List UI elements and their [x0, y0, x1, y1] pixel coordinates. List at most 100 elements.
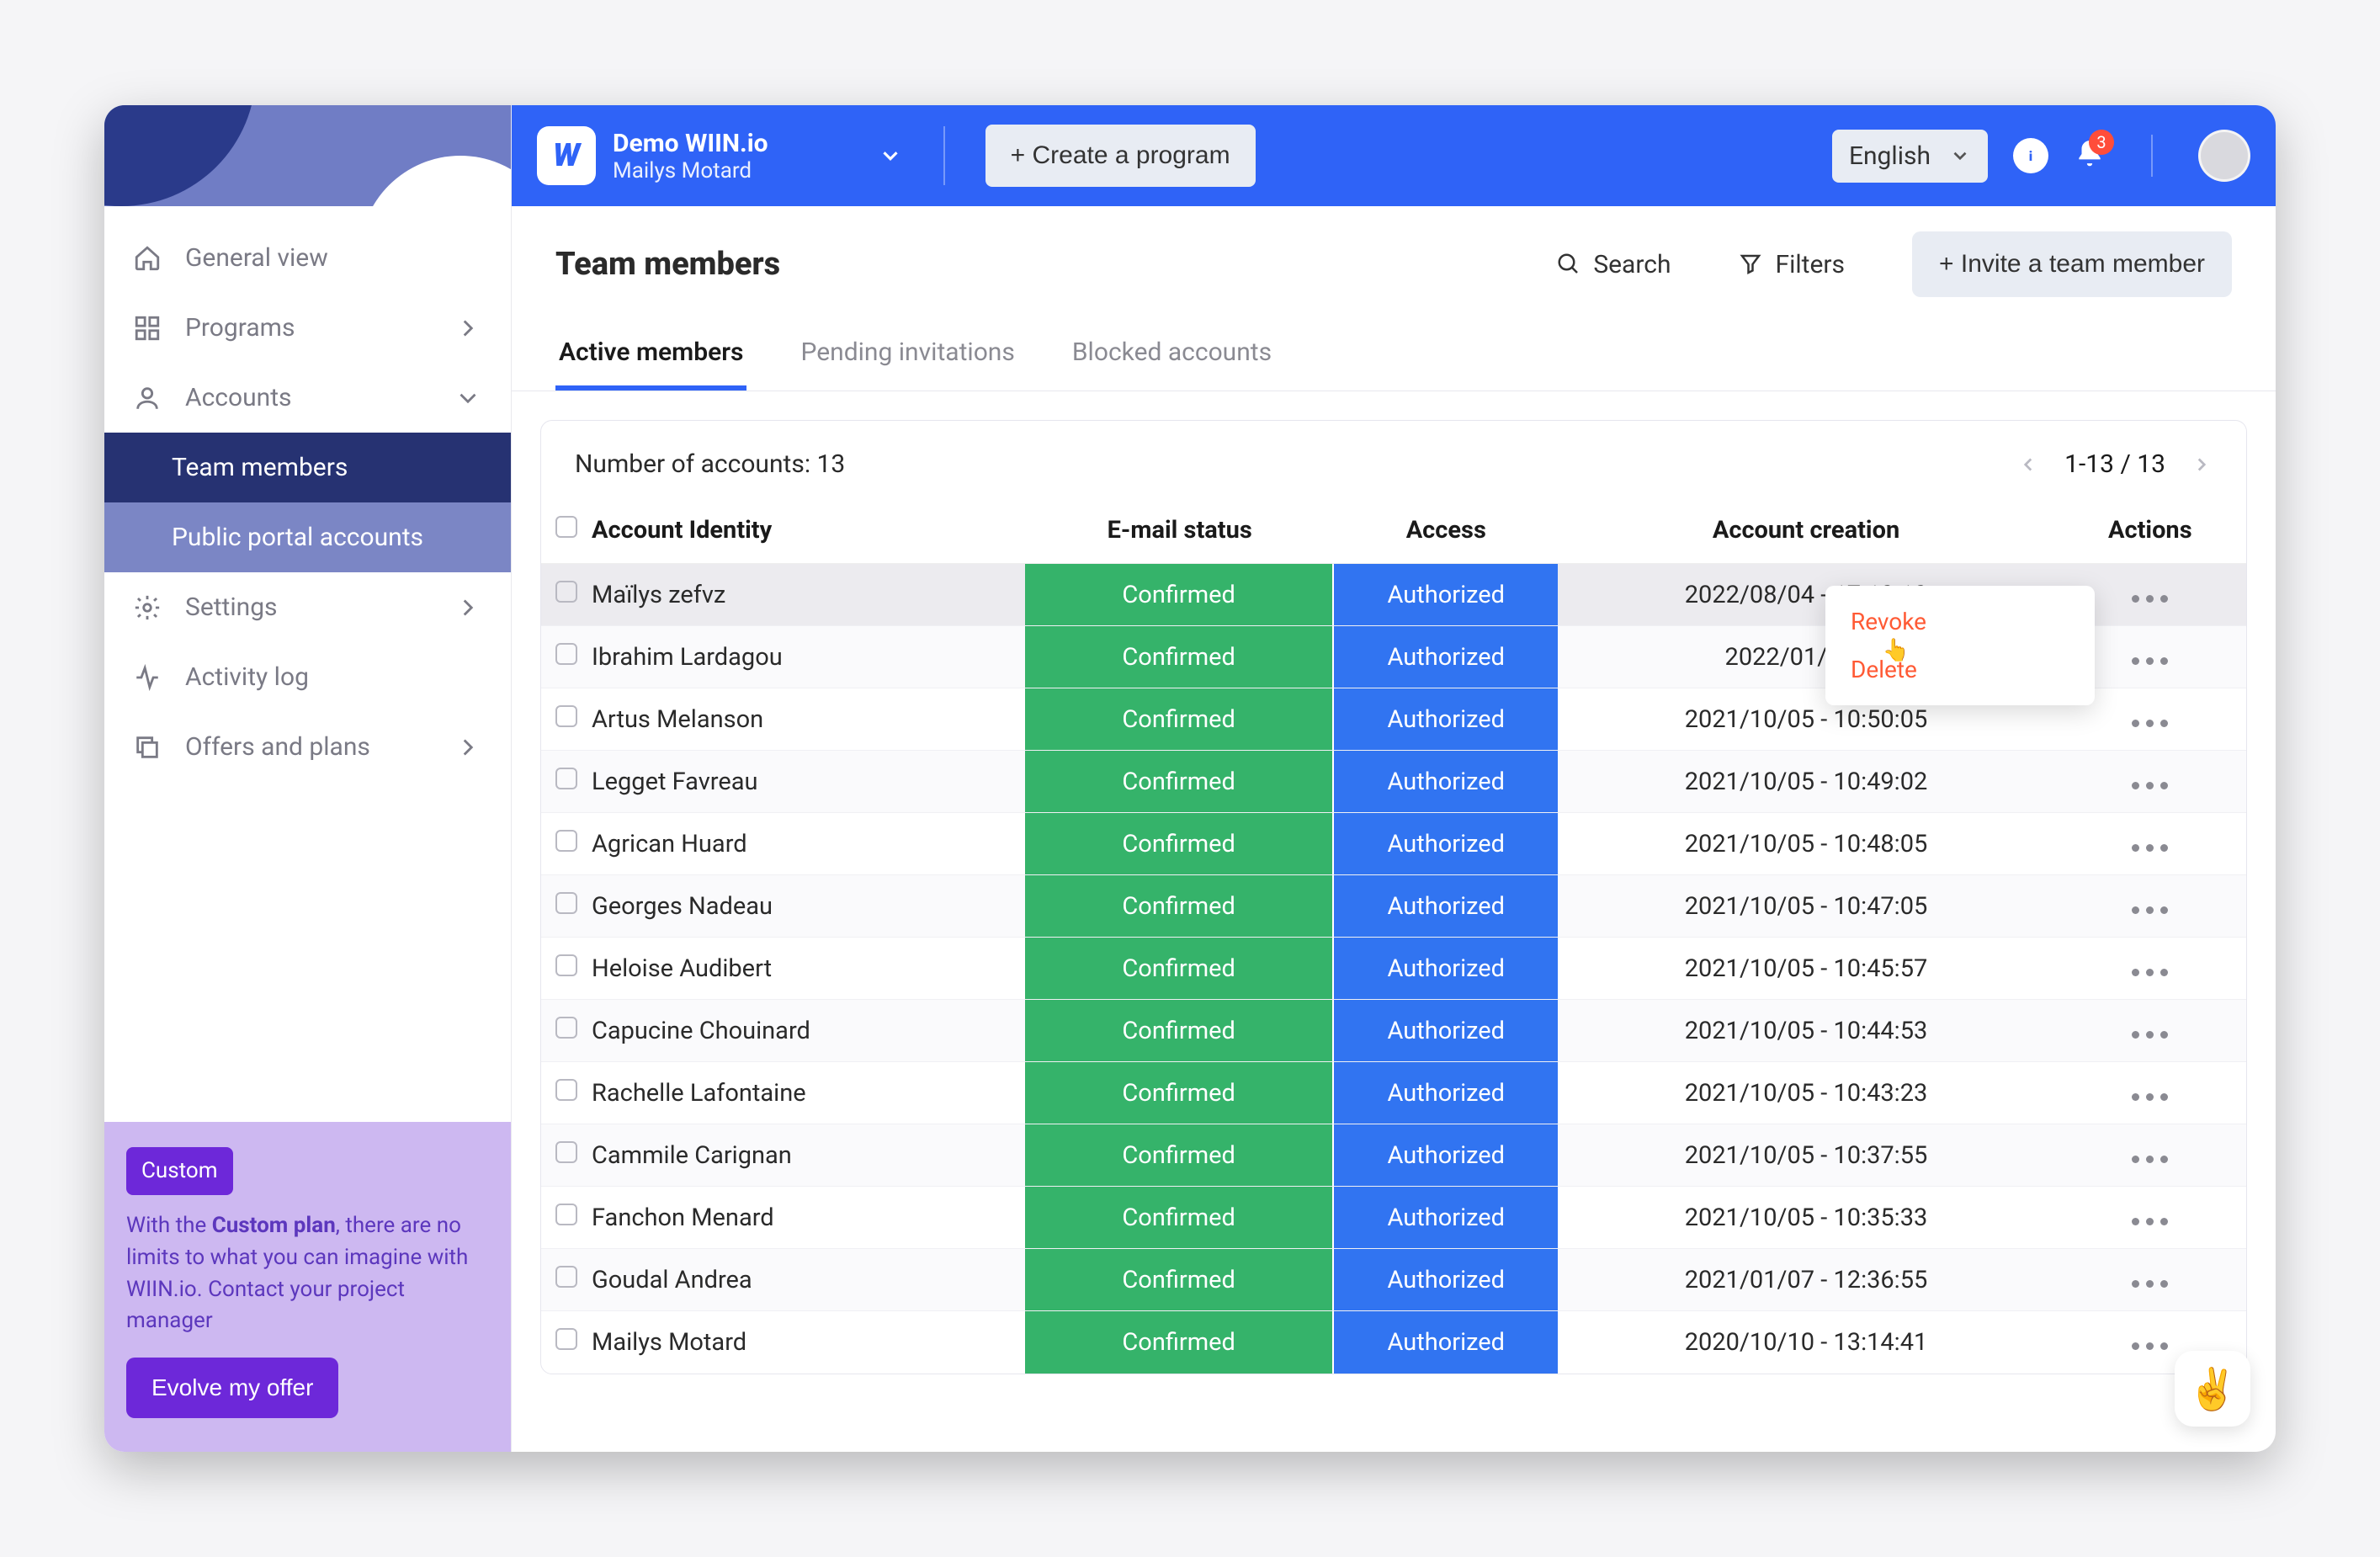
row-actions-button[interactable] [2132, 657, 2168, 665]
notifications-button[interactable]: 3 [2074, 138, 2106, 173]
row-actions-button[interactable] [2132, 1218, 2168, 1225]
cell-name: Cammile Carignan [592, 1124, 1025, 1187]
row-actions-button[interactable] [2132, 720, 2168, 727]
account-count: Number of accounts: 13 [575, 449, 845, 479]
row-checkbox[interactable] [555, 705, 577, 727]
nav-settings[interactable]: Settings [104, 572, 511, 642]
row-actions-button[interactable] [2132, 906, 2168, 914]
divider [2151, 135, 2153, 177]
nav-label: Settings [185, 593, 278, 622]
create-program-button[interactable]: + Create a program [985, 125, 1256, 187]
brand[interactable]: W Demo WIIN.io Mailys Motard [537, 126, 903, 185]
nav-label: Activity log [185, 662, 309, 692]
email-status: Confirmed [1025, 813, 1334, 874]
sidebar-nav: General view Programs Accounts Team memb… [104, 206, 511, 1122]
cell-name: Agrican Huard [592, 813, 1025, 875]
row-checkbox[interactable] [555, 581, 577, 603]
info-icon[interactable]: i [2013, 138, 2048, 173]
access-status: Authorized [1334, 813, 1558, 874]
table-row: Legget FavreauConfirmedAuthorized2021/10… [541, 751, 2246, 813]
cell-created: 2021/10/05 - 10:49:02 [1558, 751, 2053, 813]
nav-label: Accounts [185, 383, 292, 412]
email-status: Confirmed [1025, 751, 1334, 812]
row-checkbox[interactable] [555, 830, 577, 852]
row-checkbox[interactable] [555, 892, 577, 914]
cell-name: Capucine Chouinard [592, 1000, 1025, 1062]
table-row: Georges NadeauConfirmedAuthorized2021/10… [541, 875, 2246, 938]
row-checkbox[interactable] [555, 1141, 577, 1163]
email-status: Confirmed [1025, 875, 1334, 937]
row-checkbox[interactable] [555, 643, 577, 665]
menu-delete[interactable]: Delete [1825, 646, 2095, 693]
nav-offers[interactable]: Offers and plans [104, 712, 511, 782]
tab-pending[interactable]: Pending invitations [797, 322, 1017, 391]
row-checkbox[interactable] [555, 1079, 577, 1101]
victory-icon: ✌️ [2187, 1365, 2238, 1413]
row-actions-button[interactable] [2132, 969, 2168, 976]
email-status: Confirmed [1025, 626, 1334, 688]
menu-revoke[interactable]: Revoke [1825, 598, 2095, 646]
col-creation: Account creation [1558, 497, 2053, 564]
access-status: Authorized [1334, 1062, 1558, 1124]
row-checkbox[interactable] [555, 1266, 577, 1288]
nav-general-view[interactable]: General view [104, 223, 511, 293]
cell-created: 2021/10/05 - 10:48:05 [1558, 813, 2053, 875]
pager: 1-13 / 13 [2017, 449, 2213, 479]
row-actions-button[interactable] [2132, 782, 2168, 789]
gear-icon [133, 593, 162, 622]
brand-title: Demo WIIN.io [613, 129, 768, 158]
divider [943, 126, 945, 185]
main: W Demo WIIN.io Mailys Motard + Create a … [512, 105, 2276, 1452]
filters-button[interactable]: Filters [1738, 250, 1845, 279]
chevron-down-icon[interactable] [878, 143, 903, 168]
row-checkbox[interactable] [555, 1017, 577, 1039]
language-select[interactable]: English [1832, 130, 1988, 183]
row-actions-button[interactable] [2132, 1342, 2168, 1350]
nav-accounts[interactable]: Accounts [104, 363, 511, 433]
tab-active-members[interactable]: Active members [555, 322, 746, 391]
members-card: Number of accounts: 13 1-13 / 13 Account… [540, 420, 2247, 1374]
row-actions-button[interactable] [2132, 1156, 2168, 1163]
sidebar-decoration [104, 105, 511, 206]
row-actions-button[interactable] [2132, 1031, 2168, 1039]
email-status: Confirmed [1025, 1000, 1334, 1061]
search-button[interactable]: Search [1556, 250, 1671, 279]
cell-name: Ibrahim Lardagou [592, 626, 1025, 688]
email-status: Confirmed [1025, 1062, 1334, 1124]
access-status: Authorized [1334, 1000, 1558, 1061]
row-checkbox[interactable] [555, 768, 577, 789]
row-actions-button[interactable] [2132, 595, 2168, 603]
feedback-button[interactable]: ✌️ [2175, 1351, 2250, 1427]
nav-programs[interactable]: Programs [104, 293, 511, 363]
row-actions-button[interactable] [2132, 1280, 2168, 1288]
access-status: Authorized [1334, 626, 1558, 688]
row-actions-button[interactable] [2132, 844, 2168, 852]
chevron-right-icon[interactable] [2191, 454, 2213, 476]
col-email: E-mail status [1025, 497, 1334, 564]
table-row: Capucine ChouinardConfirmedAuthorized202… [541, 1000, 2246, 1062]
row-checkbox[interactable] [555, 1328, 577, 1350]
cell-name: Rachelle Lafontaine [592, 1062, 1025, 1124]
cell-created: 2021/01/07 - 12:36:55 [1558, 1249, 2053, 1311]
offer-text: With the Custom plan, there are no limit… [126, 1210, 489, 1337]
avatar[interactable] [2198, 130, 2250, 182]
nav-team-members[interactable]: Team members [104, 433, 511, 502]
nav-public-portal[interactable]: Public portal accounts [104, 502, 511, 572]
row-actions-button[interactable] [2132, 1093, 2168, 1101]
cell-created: 2021/10/05 - 10:35:33 [1558, 1187, 2053, 1249]
grid-icon [133, 314, 162, 343]
access-status: Authorized [1334, 1249, 1558, 1310]
invite-member-button[interactable]: + Invite a team member [1912, 231, 2232, 297]
cell-name: Artus Melanson [592, 688, 1025, 751]
offer-panel: Custom With the Custom plan, there are n… [104, 1122, 511, 1452]
evolve-offer-button[interactable]: Evolve my offer [126, 1358, 338, 1418]
select-all-checkbox[interactable] [555, 516, 577, 538]
chevron-left-icon[interactable] [2017, 454, 2039, 476]
tab-blocked[interactable]: Blocked accounts [1069, 322, 1275, 391]
nav-activity-log[interactable]: Activity log [104, 642, 511, 712]
page-title: Team members [555, 246, 780, 283]
row-checkbox[interactable] [555, 954, 577, 976]
cell-created: 2021/10/05 - 10:45:57 [1558, 938, 2053, 1000]
row-checkbox[interactable] [555, 1204, 577, 1225]
logo-icon: W [537, 126, 596, 185]
